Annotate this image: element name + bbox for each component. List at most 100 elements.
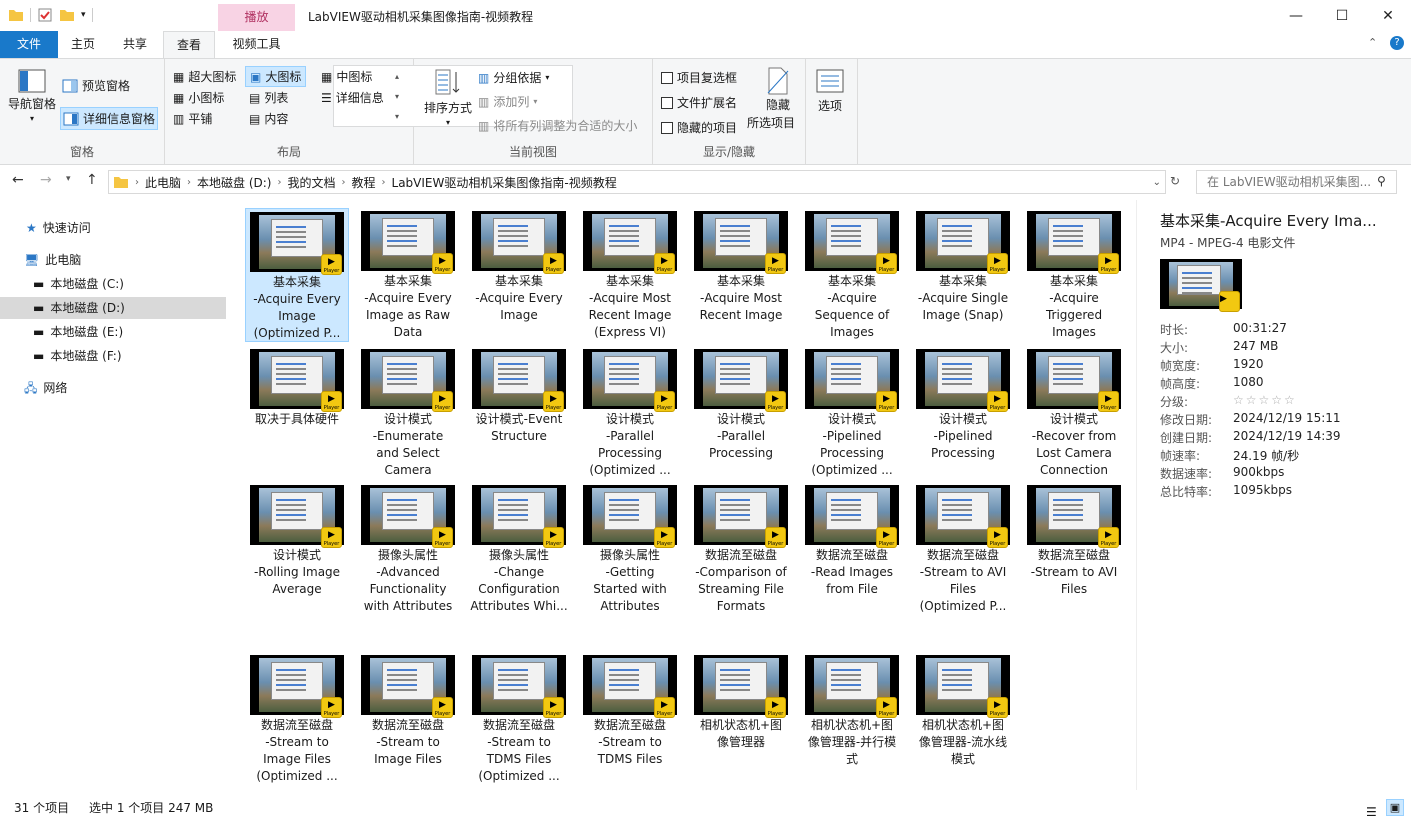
preview-pane-icon [62, 79, 78, 92]
folder-icon[interactable] [8, 7, 24, 23]
breadcrumb-this-pc[interactable]: 此电脑 [139, 174, 187, 191]
file-item[interactable]: ▶ Player 摄像头属性 -Advanced Functionality wit… [356, 482, 460, 615]
maximize-button[interactable]: ☐ [1319, 0, 1365, 31]
nav-quick-access[interactable]: ★ 快速访问 [0, 217, 226, 239]
file-item[interactable]: ▶ Player 数据流至磁盘 -Stream to AVI Files (Opti… [911, 482, 1015, 615]
address-dropdown-icon[interactable]: ⌄ [1153, 177, 1161, 188]
file-item[interactable]: ▶ Player 取决于具体硬件 [245, 346, 349, 428]
file-item[interactable]: ▶ Player 数据流至磁盘 -Stream to TDMS Files (Opt… [467, 652, 571, 785]
large-icons-view-icon[interactable]: ▣ [1386, 799, 1404, 816]
file-item[interactable]: ▶ Player 基本采集 -Acquire Sequence of Images [800, 208, 904, 341]
video-thumbnail: ▶ Player [694, 655, 788, 718]
layout-details[interactable]: ☰ 详细信息 [321, 89, 384, 106]
add-column-button[interactable]: ▥ 添加列 ▾ [478, 93, 537, 110]
fit-columns-button[interactable]: ▥ 将所有列调整为合适的大小 [478, 117, 637, 134]
fit-columns-icon: ▥ [478, 118, 490, 133]
file-item[interactable]: ▶ Player 设计模式 -Rolling Image Average [245, 482, 349, 598]
layout-medium-icons[interactable]: ▦ 中图标 [321, 68, 372, 85]
file-item[interactable]: ▶ Player 设计模式 -Pipelined Processing (Optim… [800, 346, 904, 479]
up-icon[interactable]: ↑ [86, 172, 98, 188]
nav-network[interactable]: 🖧 网络 [0, 377, 226, 399]
file-extension-toggle[interactable]: 文件扩展名 [661, 94, 737, 111]
nav-drive-c[interactable]: ▬ 本地磁盘 (C:) [0, 273, 226, 295]
hide-selected-button[interactable]: 隐藏 所选项目 [747, 67, 795, 131]
close-button[interactable]: ✕ [1365, 0, 1411, 31]
layout-large-icons[interactable]: ▣ 大图标 [245, 66, 307, 87]
file-item[interactable]: ▶ Player 数据流至磁盘 -Read Images from File [800, 482, 904, 598]
sort-by-button[interactable]: 排序方式 ▾ [424, 67, 472, 127]
file-item[interactable]: ▶ Player 数据流至磁盘 -Stream to Image Files [356, 652, 460, 768]
tab-share[interactable]: 共享 [108, 31, 162, 58]
breadcrumb-drive-d[interactable]: 本地磁盘 (D:) [191, 174, 277, 191]
customize-toolbar-icon[interactable]: ▾ [81, 10, 86, 20]
layout-tiles[interactable]: ▥ 平铺 [173, 110, 212, 127]
nav-drive-f[interactable]: ▬ 本地磁盘 (F:) [0, 345, 226, 367]
file-item[interactable]: ▶ Player 基本采集 -Acquire Every Image (Optimi… [245, 208, 349, 342]
details-view-icon[interactable]: ☰ [1366, 800, 1377, 824]
breadcrumb-current-folder[interactable]: LabVIEW驱动相机采集图像指南-视频教程 [386, 174, 623, 191]
layout-scroll-arrows[interactable]: ▴ ▾ ▾ [395, 67, 399, 127]
layout-content[interactable]: ▤ 内容 [249, 110, 288, 127]
file-item[interactable]: ▶ Player 设计模式 -Recover from Lost Camera Co… [1022, 346, 1126, 479]
preview-pane-button[interactable]: 预览窗格 [62, 77, 130, 94]
nav-drive-e[interactable]: ▬ 本地磁盘 (E:) [0, 321, 226, 343]
title-bar: ▾ 播放 LabVIEW驱动相机采集图像指南-视频教程 — ☐ ✕ [0, 0, 1411, 31]
file-item[interactable]: ▶ Player 设计模式 -Parallel Processing [689, 346, 793, 462]
search-input[interactable]: 在 LabVIEW驱动相机采集图... [1196, 170, 1397, 194]
properties-icon[interactable] [37, 7, 53, 23]
file-item[interactable]: ▶ Player 相机状态机+图 像管理器-流水线 模式 [911, 652, 1015, 768]
tab-home[interactable]: 主页 [58, 31, 108, 58]
file-item[interactable]: ▶ Player 基本采集 -Acquire Every Image [467, 208, 571, 324]
item-checkbox[interactable] [661, 71, 673, 84]
network-icon: 🖧 [24, 381, 38, 395]
file-item[interactable]: ▶ Player 基本采集 -Acquire Most Recent Image (… [578, 208, 682, 341]
tab-video-tools[interactable]: 视频工具 [218, 31, 295, 58]
minimize-button[interactable]: — [1273, 0, 1319, 31]
group-by-button[interactable]: ▥ 分组依据 ▾ [478, 69, 549, 86]
file-item[interactable]: ▶ Player 设计模式 -Pipelined Processing [911, 346, 1015, 462]
play-context-tab[interactable]: 播放 [218, 4, 295, 31]
file-item[interactable]: ▶ Player 基本采集 -Acquire Most Recent Image [689, 208, 793, 324]
hidden-items-toggle[interactable]: 隐藏的项目 [661, 119, 737, 136]
recent-locations-icon[interactable]: ▾ [66, 174, 71, 184]
details-value[interactable]: ☆☆☆☆☆ [1233, 393, 1297, 407]
navigation-pane-button[interactable]: 导航窗格 ▾ [8, 69, 56, 123]
details-label: 数据速率: [1160, 467, 1213, 481]
item-checkbox-toggle[interactable]: 项目复选框 [661, 69, 737, 86]
refresh-icon[interactable]: ↻ [1170, 174, 1180, 188]
breadcrumb-documents[interactable]: 我的文档 [281, 174, 341, 191]
file-item[interactable]: ▶ Player 数据流至磁盘 -Stream to AVI Files [1022, 482, 1126, 598]
file-item[interactable]: ▶ Player 基本采集 -Acquire Triggered Images [1022, 208, 1126, 341]
file-extension-checkbox[interactable] [661, 96, 673, 109]
file-item[interactable]: ▶ Player 基本采集 -Acquire Every Image as Raw … [356, 208, 460, 341]
file-item[interactable]: ▶ Player 设计模式 -Parallel Processing (Optimi… [578, 346, 682, 479]
nav-this-pc[interactable]: 🖥 此电脑 [0, 249, 226, 271]
file-item[interactable]: ▶ Player 数据流至磁盘 -Comparison of Streaming F… [689, 482, 793, 615]
details-row: 大小: 247 MB [1160, 339, 1278, 356]
file-item[interactable]: ▶ Player 相机状态机+图 像管理器 [689, 652, 793, 751]
forward-icon[interactable]: → [40, 172, 52, 188]
tab-view[interactable]: 查看 [163, 31, 215, 58]
layout-small-icons[interactable]: ▦ 小图标 [173, 89, 224, 106]
help-icon[interactable]: ? [1390, 36, 1404, 50]
file-item[interactable]: ▶ Player 相机状态机+图 像管理器-并行模 式 [800, 652, 904, 768]
new-folder-icon[interactable] [59, 7, 75, 23]
address-bar[interactable]: › 此电脑 › 本地磁盘 (D:) › 我的文档 › 教程 › LabVIEW驱动相机采… [108, 170, 1166, 194]
options-button[interactable]: 选项 [816, 69, 844, 114]
tab-file[interactable]: 文件 [0, 31, 58, 58]
nav-drive-d[interactable]: ▬ 本地磁盘 (D:) [0, 297, 226, 319]
file-item[interactable]: ▶ Player 摄像头属性 -Change Configuration Attri… [467, 482, 571, 615]
file-item[interactable]: ▶ Player 数据流至磁盘 -Stream to Image Files (Op… [245, 652, 349, 785]
file-item[interactable]: ▶ Player 摄像头属性 -Getting Started with Attri… [578, 482, 682, 615]
file-item[interactable]: ▶ Player 设计模式-Event Structure [467, 346, 571, 445]
back-icon[interactable]: ← [12, 172, 24, 188]
collapse-ribbon-icon[interactable]: ⌃ [1368, 36, 1377, 49]
hidden-items-checkbox[interactable] [661, 121, 673, 134]
layout-list[interactable]: ▤ 列表 [249, 89, 288, 106]
details-pane-button[interactable]: 详细信息窗格 [60, 107, 159, 130]
file-item[interactable]: ▶ Player 设计模式 -Enumerate and Select Camera [356, 346, 460, 479]
file-item[interactable]: ▶ Player 数据流至磁盘 -Stream to TDMS Files [578, 652, 682, 768]
file-item[interactable]: ▶ Player 基本采集 -Acquire Single Image (Snap) [911, 208, 1015, 324]
breadcrumb-tutorials[interactable]: 教程 [346, 174, 382, 191]
layout-extra-large-icons[interactable]: ▦ 超大图标 [173, 68, 236, 85]
